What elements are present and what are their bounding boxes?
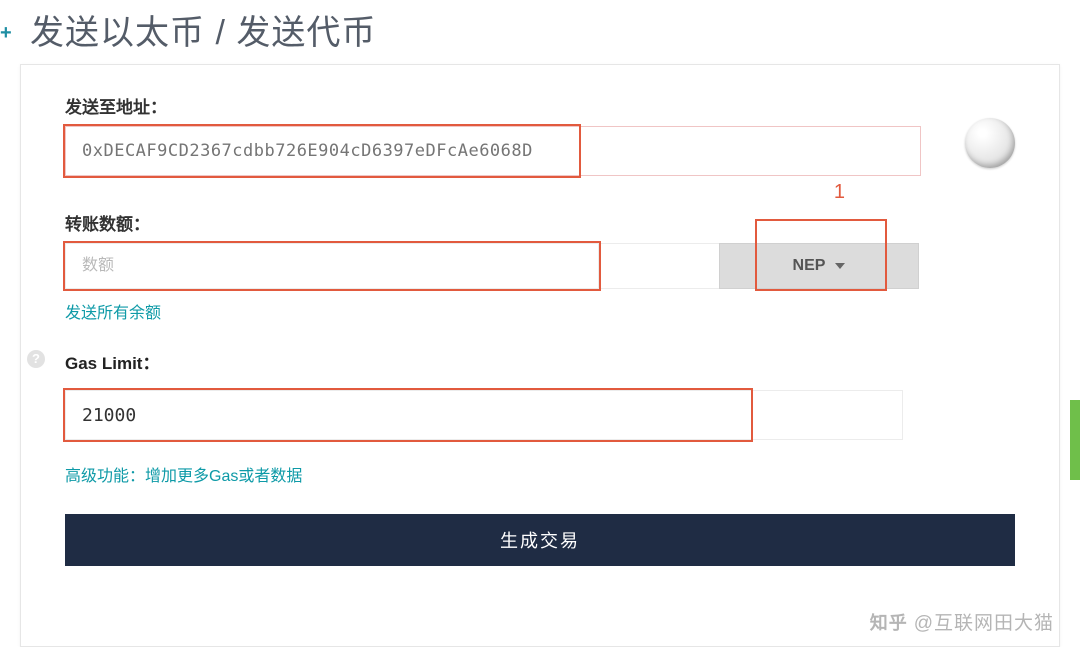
amount-input[interactable]: [65, 243, 599, 289]
token-select[interactable]: NEP: [719, 243, 919, 289]
nav-indicator-icon: +: [0, 22, 12, 45]
chevron-down-icon: [835, 263, 845, 269]
zhihu-logo-icon: 知乎: [870, 609, 908, 635]
gas-limit-label: Gas Limit：: [65, 349, 1015, 374]
watermark: 知乎 @互联网田大猫: [870, 608, 1054, 635]
amount-spacer: [599, 243, 719, 289]
address-identicon-icon: [965, 118, 1015, 168]
help-icon[interactable]: ?: [27, 350, 45, 368]
send-all-balance-link[interactable]: 发送所有余额: [65, 305, 161, 322]
advanced-options-link[interactable]: 高级功能：增加更多Gas或者数据: [65, 468, 302, 485]
annotation-label-1: 1: [834, 181, 845, 204]
address-label: 发送至地址：: [65, 93, 1015, 118]
edge-accent: [1070, 400, 1080, 480]
send-form-card: 发送至地址： 1 转账数额： NEP 发送所有余额: [20, 64, 1060, 647]
token-selected-label: NEP: [793, 257, 826, 275]
page-title: 发送以太币 / 发送代币: [30, 5, 376, 54]
gas-limit-input[interactable]: [65, 390, 903, 440]
amount-label: 转账数额：: [65, 210, 1015, 235]
address-input[interactable]: [65, 126, 921, 176]
watermark-author: @互联网田大猫: [914, 608, 1054, 635]
generate-transaction-button[interactable]: 生成交易: [65, 514, 1015, 566]
